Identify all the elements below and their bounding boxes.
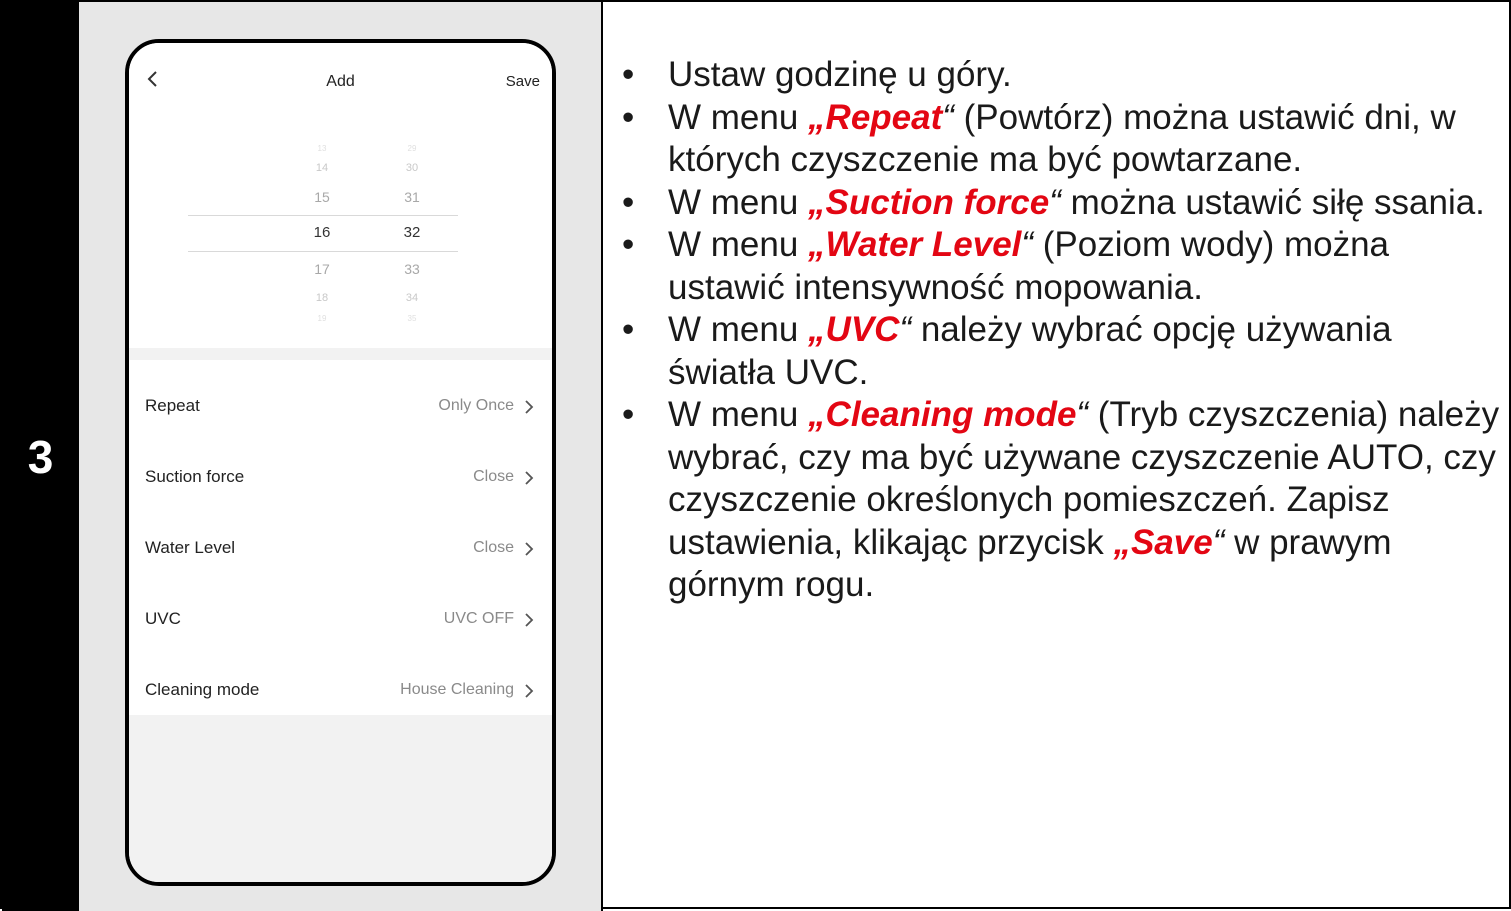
keyword-repeat: Repeat: [825, 97, 943, 137]
keyword-uvc: UVC: [825, 310, 900, 349]
page-title: Add: [326, 73, 355, 90]
empty-area: [129, 715, 552, 882]
instruction-item: • W menu „Cleaning mode“ (Tryb czyszczen…: [620, 394, 1500, 607]
close-quote: “: [1212, 522, 1225, 562]
minute-option[interactable]: 29: [392, 144, 432, 153]
uvc-row[interactable]: UVC UVC OFF: [129, 584, 552, 655]
minute-option[interactable]: 30: [392, 162, 432, 174]
minute-option[interactable]: 34: [392, 292, 432, 304]
minute-option[interactable]: 33: [392, 261, 432, 277]
column-divider: [601, 2, 603, 911]
row-value: Only Once: [438, 397, 514, 414]
close-quote: “: [942, 97, 954, 137]
step-number: 3: [27, 430, 54, 483]
suction-force-row[interactable]: Suction force Close: [129, 442, 552, 513]
keyword-cleaning-mode: Cleaning mode: [825, 395, 1077, 434]
open-quote: „: [808, 310, 826, 349]
row-value: UVC OFF: [443, 610, 514, 627]
open-quote: „: [1113, 522, 1131, 562]
instruction-text: W menu: [668, 395, 809, 434]
keyword-water-level: Water Level: [825, 225, 1022, 264]
instruction-text: W menu: [668, 225, 809, 264]
chevron-right-icon: [525, 684, 534, 698]
picker-selection-bottom-line: [188, 251, 458, 252]
instructions-text: • Ustaw godzinę u góry. • W menu „Repeat…: [620, 54, 1500, 607]
chevron-right-icon: [525, 400, 534, 414]
water-level-row[interactable]: Water Level Close: [129, 513, 552, 584]
hour-option[interactable]: 18: [302, 292, 342, 304]
open-quote: „: [808, 97, 826, 137]
instruction-item: • W menu „Water Level“ (Poziom wody) moż…: [620, 224, 1500, 309]
instruction-text: można ustawić siłę ssania.: [1060, 182, 1485, 222]
minute-option[interactable]: 31: [392, 189, 432, 205]
chevron-right-icon: [525, 613, 534, 627]
hour-option[interactable]: 14: [302, 162, 342, 174]
bullet: •: [622, 310, 635, 349]
hour-option[interactable]: 13: [302, 144, 342, 153]
instruction-item: • W menu „UVC“ należy wybrać opcję używa…: [620, 309, 1500, 394]
bullet: •: [622, 55, 635, 94]
bullet: •: [622, 395, 635, 434]
row-value: Close: [473, 539, 514, 556]
row-label: Repeat: [145, 396, 200, 415]
hour-option[interactable]: 17: [302, 261, 342, 277]
repeat-row[interactable]: Repeat Only Once: [129, 371, 552, 442]
close-quote: “: [1076, 395, 1089, 434]
top-bar: Add Save: [129, 43, 552, 123]
row-label: UVC: [145, 609, 181, 628]
row-value: Close: [473, 468, 514, 485]
row-label: Cleaning mode: [145, 680, 260, 699]
bullet: •: [622, 225, 635, 264]
step-column: 3: [2, 2, 79, 911]
close-quote: “: [899, 310, 912, 349]
hour-option[interactable]: 15: [302, 189, 342, 205]
open-quote: „: [808, 182, 826, 222]
phone-mockup: Add Save 13 14 15 16 17 18 19 29 30 31 3…: [125, 39, 556, 886]
bullet: •: [622, 182, 635, 222]
instruction-text: Ustaw godzinę u góry.: [668, 55, 1012, 94]
bullet: •: [622, 97, 635, 137]
minute-selected[interactable]: 32: [392, 224, 432, 241]
chevron-right-icon: [525, 471, 534, 485]
keyword-suction-force: Suction force: [825, 182, 1050, 222]
time-picker[interactable]: 13 14 15 16 17 18 19 29 30 31 32 33 34 3…: [129, 123, 552, 348]
row-label: Suction force: [145, 467, 245, 486]
instruction-page: 3 Add Save 13 14 15 16 17 18 19 29 30 31…: [0, 0, 1511, 911]
open-quote: „: [808, 395, 826, 434]
instruction-text: W menu: [668, 310, 809, 349]
chevron-right-icon: [525, 542, 534, 556]
close-quote: “: [1049, 182, 1061, 222]
row-value: House Cleaning: [400, 681, 514, 698]
settings-list: Repeat Only Once Suction force Close Wat…: [129, 360, 552, 715]
keyword-save: Save: [1130, 522, 1213, 562]
picker-selection-top-line: [188, 215, 458, 216]
close-quote: “: [1021, 225, 1034, 264]
section-divider: [129, 348, 552, 360]
hour-option[interactable]: 19: [302, 314, 342, 323]
instruction-text: W menu: [668, 182, 809, 222]
open-quote: „: [808, 225, 826, 264]
save-button[interactable]: Save: [506, 73, 540, 90]
instruction-text: W menu: [668, 97, 809, 137]
minute-option[interactable]: 35: [392, 314, 432, 323]
instruction-item: • W menu „Suction force“ można ustawić s…: [620, 182, 1500, 225]
hour-selected[interactable]: 16: [302, 224, 342, 241]
instruction-item: • W menu „Repeat“ (Powtórz) można ustawi…: [620, 97, 1500, 182]
row-label: Water Level: [145, 538, 236, 557]
instruction-item: • Ustaw godzinę u góry.: [620, 54, 1500, 97]
